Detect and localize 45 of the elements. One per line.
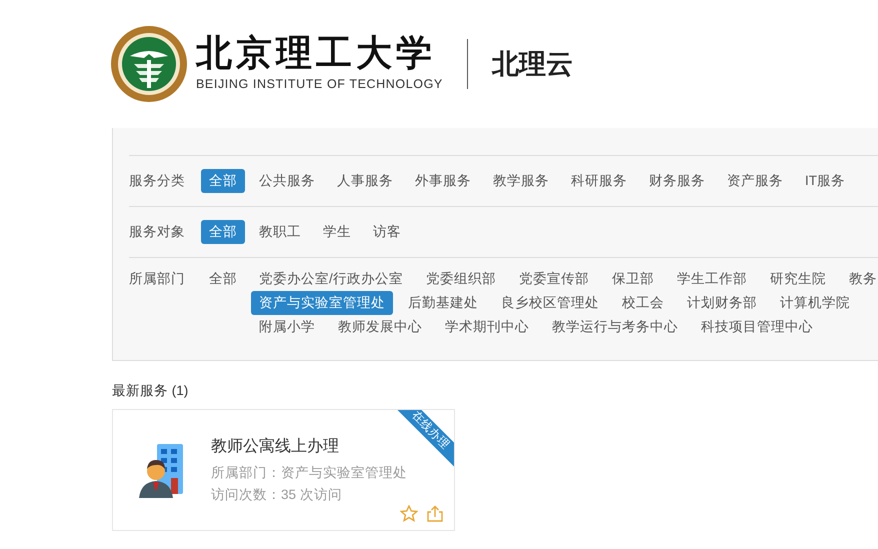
filter-option[interactable]: 计算机学院 — [772, 291, 858, 315]
filter-label: 所属部门 — [129, 270, 186, 288]
filter-option[interactable]: 校工会 — [614, 291, 672, 315]
filter-option[interactable]: 全部 — [201, 220, 245, 244]
filter-option[interactable]: 全部 — [201, 169, 245, 193]
filter-option[interactable]: 人事服务 — [329, 169, 401, 193]
filter-option[interactable]: 资产与实验室管理处 — [251, 291, 393, 315]
logo-subtitle: BEIJING INSTITUTE OF TECHNOLOGY — [196, 76, 443, 93]
filter-option[interactable]: 外事服务 — [407, 169, 479, 193]
filter-option[interactable]: 访客 — [365, 220, 409, 244]
department-text: 所属部门：资产与实验室管理处 — [211, 464, 407, 482]
filter-option[interactable]: 教职工 — [251, 220, 309, 244]
filter-option[interactable]: 学生工作部 — [668, 267, 755, 291]
star-icon[interactable] — [400, 505, 418, 522]
filter-option[interactable]: 财务服务 — [641, 169, 713, 193]
section-title: 最新服务 (1) — [112, 382, 190, 400]
filter-option[interactable]: 教学运行与考务中心 — [544, 315, 686, 339]
filter-option[interactable]: 附属小学 — [251, 315, 323, 339]
filter-option[interactable]: 科研服务 — [563, 169, 635, 193]
filter-option[interactable]: IT服务 — [797, 169, 853, 193]
filter-label: 服务对象 — [129, 223, 186, 241]
filter-option[interactable]: 教师发展中心 — [330, 315, 430, 339]
filter-option[interactable]: 全部 — [201, 267, 245, 291]
logo-wordmark: 北京理工大学 — [196, 34, 437, 71]
filter-option[interactable]: 科技项目管理中心 — [693, 315, 821, 339]
filter-option[interactable]: 教学服务 — [485, 169, 557, 193]
filter-option[interactable]: 学术期刊中心 — [437, 315, 537, 339]
filter-option[interactable]: 保卫部 — [604, 267, 662, 291]
app-name: 北理云 — [492, 48, 573, 81]
filter-option[interactable]: 党委宣传部 — [510, 267, 597, 291]
filter-option[interactable]: 后勤基建处 — [400, 291, 486, 315]
filter-option[interactable]: 良乡校区管理处 — [493, 291, 607, 315]
filter-option[interactable]: 党委组织部 — [418, 267, 504, 291]
filter-option[interactable]: 资产服务 — [719, 169, 791, 193]
filter-option[interactable]: 研究生院 — [762, 267, 834, 291]
filter-option[interactable]: 计划财务部 — [679, 291, 765, 315]
filter-label: 服务分类 — [129, 172, 186, 190]
filter-option[interactable]: 党委办公室/行政办公室 — [251, 267, 411, 291]
filter-option[interactable]: 教务 — [840, 267, 878, 291]
service-title: 教师公寓线上办理 — [211, 436, 340, 457]
filter-option[interactable]: 公共服务 — [251, 169, 323, 193]
service-card[interactable]: 教师公寓线上办理 所属部门：资产与实验室管理处 访问次数：35 次访问 在线办理 — [112, 409, 455, 532]
filter-option[interactable]: 学生 — [315, 220, 359, 244]
share-icon[interactable] — [426, 505, 444, 522]
visit-count: 访问次数：35 次访问 — [211, 486, 343, 504]
